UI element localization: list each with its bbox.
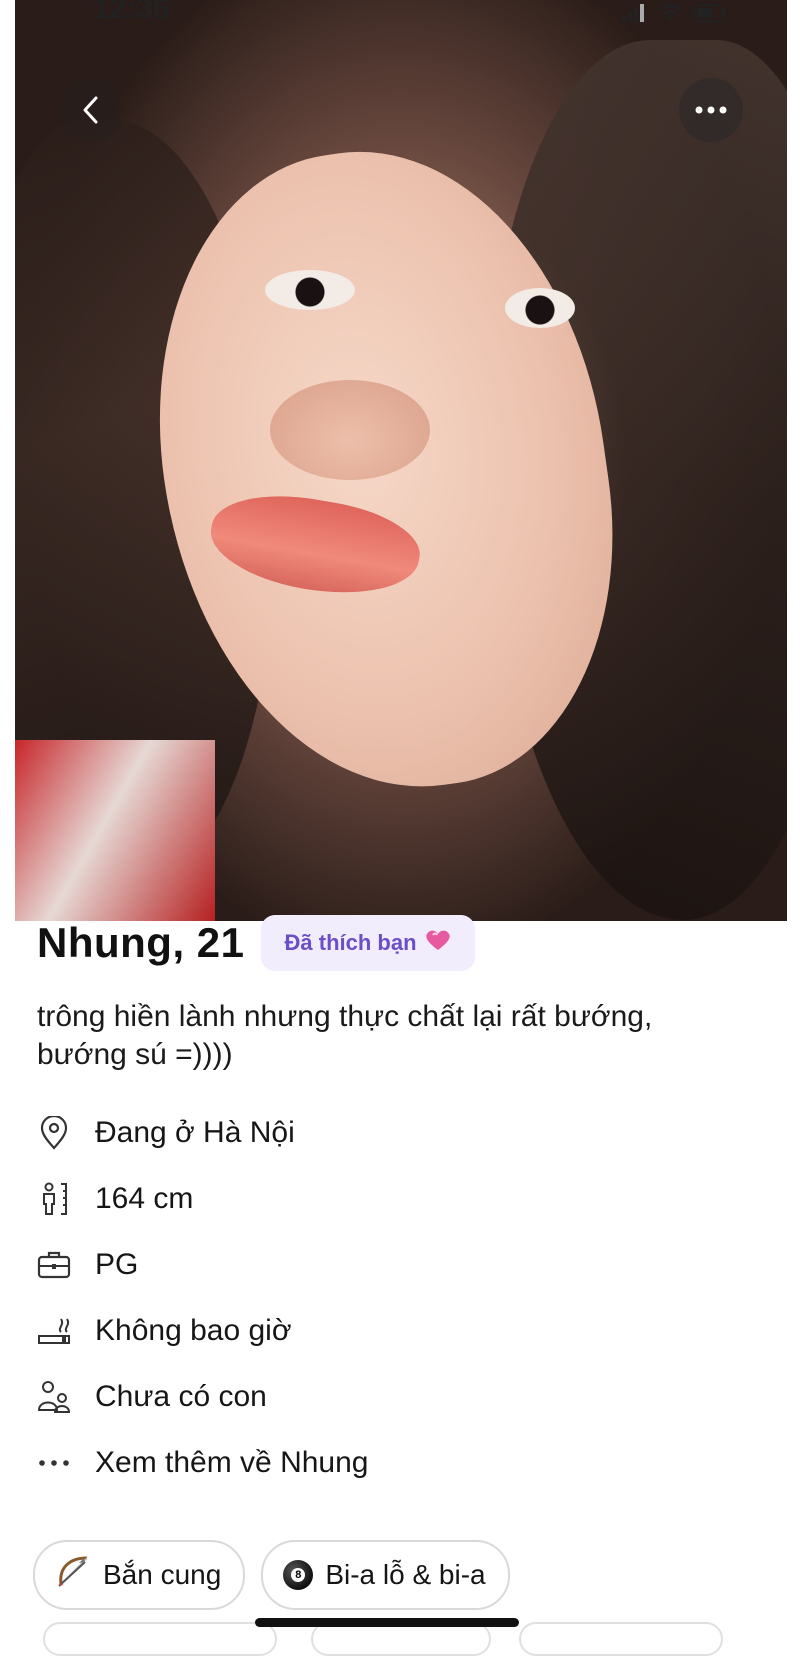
bow-arrow-icon [55,1554,93,1596]
interest-chip-archery[interactable]: Bắn cung [33,1540,246,1610]
detail-height-label: 164 cm [95,1182,194,1215]
profile-bio: trông hiền lành nhưng thực chất lại rất … [37,998,737,1074]
status-icons [621,2,727,28]
location-pin-icon [37,1116,71,1150]
back-button[interactable] [59,78,123,142]
billiard-ball-icon: 8 [283,1560,314,1590]
interest-chip-partial-2[interactable] [311,1622,491,1656]
bio-line-1: trông hiền lành nhưng thực chất lại rất … [37,1000,653,1033]
profile-details: Đang ở Hà Nội 164 cm PG Không bao giờ Ch… [37,1100,757,1496]
photo-eye-left [265,270,355,310]
profile-name-age: Nhung, 21 [37,919,245,966]
signal-icon [621,4,658,27]
detail-see-more[interactable]: Xem thêm về Nhung [37,1430,757,1496]
status-time: 12:36 [93,0,170,25]
more-dots-icon [37,1446,71,1480]
detail-children-label: Chưa có con [95,1380,267,1413]
briefcase-icon [37,1248,71,1282]
more-horizontal-icon [695,106,727,114]
home-indicator[interactable] [255,1618,519,1627]
wifi-icon [657,4,693,27]
photo-shirt [15,740,215,921]
liked-you-badge: Đã thích bạn [260,915,475,971]
children-icon [37,1380,71,1414]
detail-location: Đang ở Hà Nội [37,1100,757,1166]
bio-line-2: bướng sú =)))) [37,1038,233,1071]
liked-badge-label: Đã thích bạn [284,930,417,955]
photo-nose [270,380,430,480]
detail-smoking-label: Không bao giờ [95,1314,292,1347]
chevron-left-icon [83,96,98,124]
interest-chip-partial-1[interactable] [43,1622,277,1656]
interest-chip-archery-label: Bắn cung [103,1559,222,1590]
detail-job-label: PG [95,1248,139,1281]
interest-chip-partial-3[interactable] [519,1622,723,1656]
height-icon [37,1182,71,1216]
detail-job: PG [37,1232,757,1298]
see-more-label[interactable]: Xem thêm về Nhung [95,1446,368,1480]
interest-chip-billiards-label: Bi-a lỗ & bi-a [325,1559,486,1590]
smoking-icon [37,1314,71,1348]
interest-chip-billiards[interactable]: 8 Bi-a lỗ & bi-a [261,1540,510,1610]
heart-icon [425,929,451,958]
profile-photo[interactable]: 12:36 [15,0,787,921]
interest-chips: Bắn cung 8 Bi-a lỗ & bi-a [33,1540,526,1610]
detail-height: 164 cm [37,1166,757,1232]
more-options-button[interactable] [679,78,743,142]
detail-location-label: Đang ở Hà Nội [95,1116,295,1149]
battery-icon [693,4,727,27]
detail-smoking: Không bao giờ [37,1298,757,1364]
photo-eye-right [505,288,575,328]
name-row: Nhung, 21 Đã thích bạn [37,915,475,971]
detail-children: Chưa có con [37,1364,757,1430]
